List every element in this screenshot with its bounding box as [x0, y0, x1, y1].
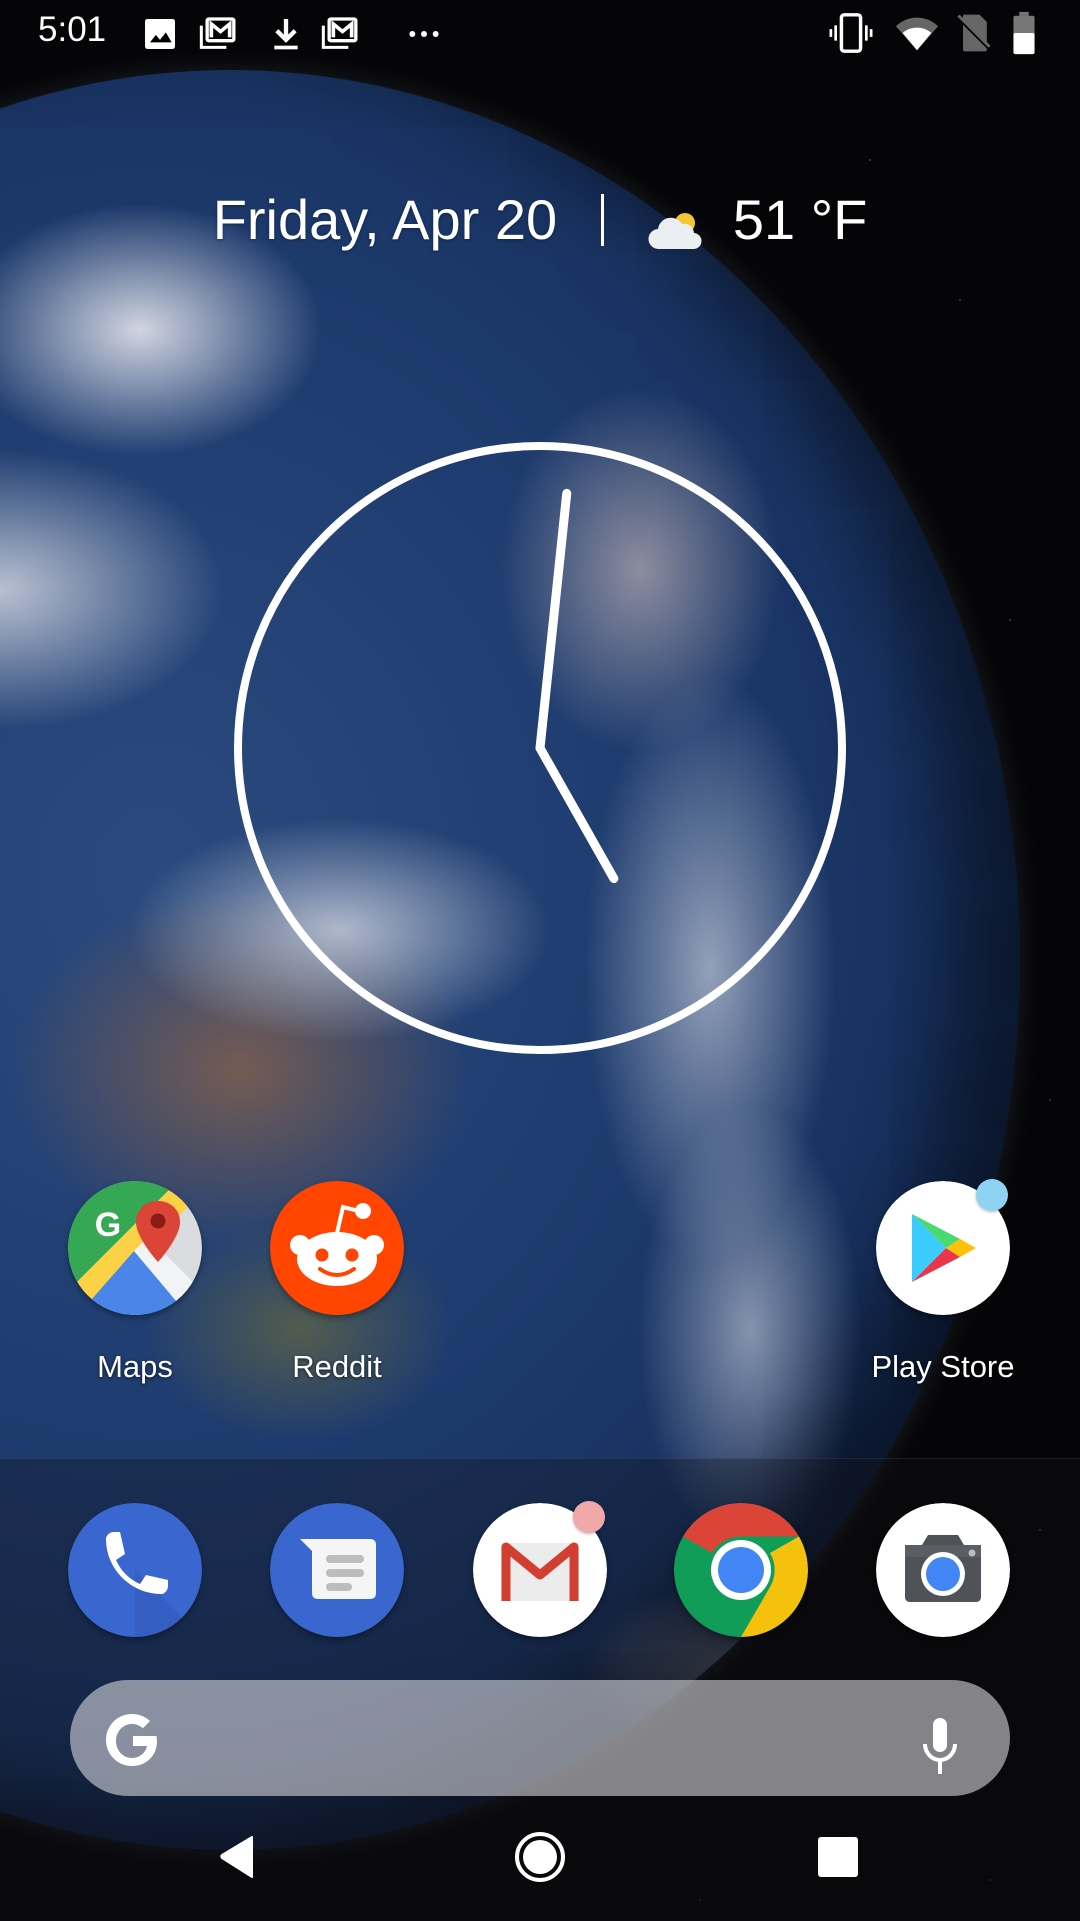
- app-play-store[interactable]: Play Store: [843, 1179, 1043, 1385]
- app-label: Reddit: [292, 1349, 382, 1384]
- notification-badge: [976, 1179, 1008, 1211]
- clock-minute-hand: [535, 488, 572, 753]
- wifi-icon: [893, 10, 941, 56]
- google-search-bar[interactable]: [70, 1680, 1010, 1796]
- home-button[interactable]: [508, 1825, 572, 1889]
- image-icon: [140, 14, 180, 54]
- gmail-notification-icon: [198, 14, 238, 54]
- chrome-icon[interactable]: [674, 1503, 808, 1637]
- app-label: Maps: [97, 1349, 173, 1384]
- app-label: Play Store: [871, 1349, 1015, 1384]
- camera-icon[interactable]: [876, 1503, 1010, 1637]
- status-time: 5:01: [38, 10, 107, 49]
- gmail-notification-icon: [320, 14, 360, 54]
- download-icon: [266, 14, 306, 54]
- app-reddit[interactable]: Reddit: [237, 1181, 437, 1385]
- date-text[interactable]: Friday, Apr 20: [213, 184, 557, 256]
- recents-button[interactable]: [806, 1825, 870, 1889]
- google-g-logo[interactable]: [100, 1708, 164, 1768]
- reddit-icon[interactable]: [270, 1181, 404, 1315]
- recents-icon: [818, 1837, 858, 1877]
- back-icon: [220, 1836, 253, 1878]
- no-sim-icon: [952, 10, 996, 56]
- temperature-text[interactable]: 51 °F: [733, 184, 867, 256]
- divider: [600, 194, 604, 247]
- battery-icon: [1010, 10, 1038, 56]
- more-notifications-icon: [404, 14, 444, 54]
- notification-badge: [573, 1501, 605, 1533]
- clock-hour-hand: [535, 743, 619, 884]
- play-store-icon[interactable]: [876, 1179, 1010, 1315]
- status-bar[interactable]: 5:01: [0, 0, 1080, 64]
- microphone-icon[interactable]: [920, 1716, 960, 1776]
- gmail-icon[interactable]: [473, 1501, 607, 1637]
- google-maps-icon[interactable]: G: [68, 1181, 202, 1315]
- partly-cloudy-icon[interactable]: [647, 198, 705, 250]
- svg-text:G: G: [95, 1206, 121, 1244]
- vibrate-icon: [828, 10, 874, 56]
- analog-clock-widget[interactable]: [232, 440, 848, 1056]
- at-a-glance-widget[interactable]: Friday, Apr 20 51 °F: [0, 180, 1080, 256]
- home-icon: [515, 1832, 565, 1882]
- messages-icon[interactable]: [270, 1503, 404, 1637]
- app-maps[interactable]: G Maps: [35, 1181, 235, 1385]
- phone-icon[interactable]: [68, 1503, 202, 1637]
- back-button[interactable]: [208, 1825, 272, 1889]
